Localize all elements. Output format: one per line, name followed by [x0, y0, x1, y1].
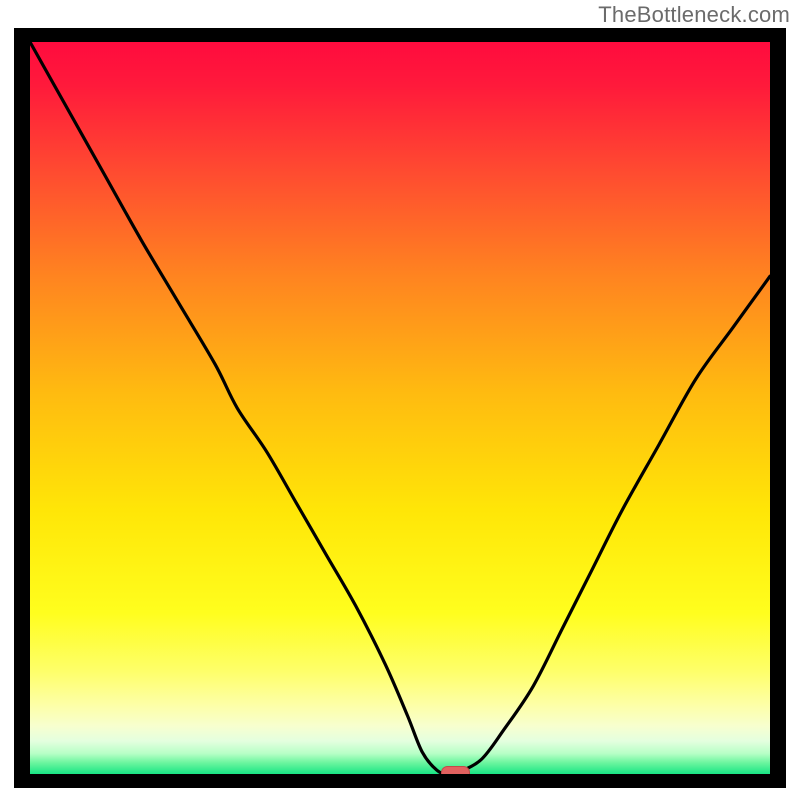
- watermark-text: TheBottleneck.com: [598, 2, 790, 28]
- gradient-background: [30, 42, 770, 774]
- optimum-marker: [442, 767, 470, 775]
- chart-frame: TheBottleneck.com: [0, 0, 800, 800]
- chart-svg: [30, 42, 770, 774]
- plot-border: [14, 28, 786, 788]
- plot-area: [30, 42, 770, 774]
